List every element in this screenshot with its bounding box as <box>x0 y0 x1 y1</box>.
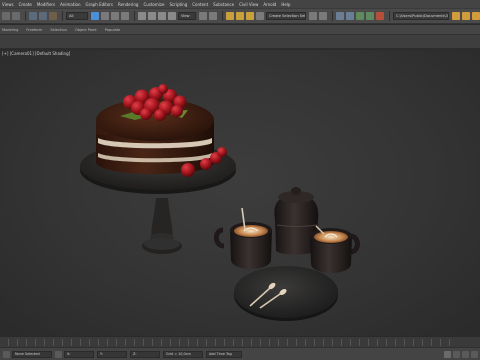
camera-viewport[interactable]: [+] [Camera01] [Default Shading] <box>0 50 480 336</box>
ribbon-tab-populate[interactable]: Populate <box>105 28 121 32</box>
select-object-icon[interactable] <box>91 12 99 20</box>
menu-bar: Views Create Modifiers Animation Graph E… <box>0 0 480 9</box>
spinner-snap-icon[interactable] <box>256 12 264 20</box>
menu-item-modifiers[interactable]: Modifiers <box>37 0 55 9</box>
render-setup-icon[interactable] <box>452 12 460 20</box>
serving-plate <box>234 266 338 321</box>
pivot-center-icon[interactable] <box>199 12 207 20</box>
layer-explorer-icon[interactable] <box>346 12 354 20</box>
reference-coordinate-dropdown[interactable]: View <box>178 12 196 20</box>
play-icon[interactable] <box>444 350 451 358</box>
grid-size-display: Grid = 10,0cm <box>163 350 203 358</box>
select-manipulate-icon[interactable] <box>209 12 217 20</box>
menu-item-rendering[interactable]: Rendering <box>118 0 138 9</box>
toolbar-separator <box>332 11 333 21</box>
snaps-toggle-icon[interactable] <box>226 12 234 20</box>
move-icon[interactable] <box>138 12 146 20</box>
y-coordinate-field[interactable]: Y: <box>97 350 127 358</box>
curve-editor-icon[interactable] <box>356 12 364 20</box>
unlink-icon[interactable] <box>39 12 47 20</box>
orbit-icon[interactable] <box>471 350 478 358</box>
ribbon-tab-selection[interactable]: Selection <box>50 28 67 32</box>
material-editor-icon[interactable] <box>376 12 384 20</box>
ribbon-tab-freeform[interactable]: Freeform <box>26 28 42 32</box>
selection-filter-dropdown[interactable]: All <box>66 12 88 20</box>
ribbon-panel <box>0 35 480 49</box>
redo-icon[interactable] <box>12 12 20 20</box>
scene-explorer-icon[interactable] <box>336 12 344 20</box>
menu-item-content[interactable]: Content <box>192 0 208 9</box>
z-coordinate-field[interactable]: Z: <box>130 350 160 358</box>
mirror-icon[interactable] <box>309 12 317 20</box>
menu-item-scripting[interactable]: Scripting <box>169 0 187 9</box>
toolbar-separator <box>25 11 26 21</box>
ribbon-tabs: Modeling Freeform Selection Object Paint… <box>0 25 480 35</box>
named-selection-set-dropdown[interactable]: Create Selection Set <box>266 12 306 20</box>
pan-icon[interactable] <box>462 350 469 358</box>
align-icon[interactable] <box>319 12 327 20</box>
toolbar-separator <box>62 11 63 21</box>
status-bar: None Selected X: Y: Z: Grid = 10,0cm Add… <box>0 347 480 360</box>
place-icon[interactable] <box>168 12 176 20</box>
coffee-cup-left <box>213 207 272 269</box>
percent-snap-icon[interactable] <box>246 12 254 20</box>
add-time-tag-button[interactable]: Add Time Tag <box>206 350 242 358</box>
menu-item-substance[interactable]: Substance <box>213 0 234 9</box>
angle-snap-icon[interactable] <box>236 12 244 20</box>
main-toolbar: All View Create Selection Set C:\Users\P… <box>0 9 480 24</box>
menu-item-graph-editors[interactable]: Graph Editors <box>86 0 113 9</box>
menu-item-arnold[interactable]: Arnold <box>263 0 276 9</box>
zoom-icon[interactable] <box>453 350 460 358</box>
toolbar-separator <box>134 11 135 21</box>
menu-item-create[interactable]: Create <box>19 0 32 9</box>
select-by-name-icon[interactable] <box>101 12 109 20</box>
selection-status: None Selected <box>12 350 52 358</box>
rendered-frame-window-icon[interactable] <box>462 12 470 20</box>
link-icon[interactable] <box>29 12 37 20</box>
toolbar-separator <box>389 11 390 21</box>
menu-item-civil-view[interactable]: Civil View <box>239 0 258 9</box>
rectangular-selection-icon[interactable] <box>111 12 119 20</box>
menu-item-views[interactable]: Views <box>2 0 14 9</box>
scene-render <box>80 84 360 321</box>
menu-item-animation[interactable]: Animation <box>60 0 80 9</box>
window-crossing-icon[interactable] <box>121 12 129 20</box>
rotate-icon[interactable] <box>148 12 156 20</box>
coffee-cup-right <box>310 225 360 273</box>
scale-icon[interactable] <box>158 12 166 20</box>
toolbar-separator <box>222 11 223 21</box>
render-production-icon[interactable] <box>472 12 480 20</box>
undo-icon[interactable] <box>2 12 10 20</box>
ribbon-tab-object-paint[interactable]: Object Paint <box>75 28 97 32</box>
menu-item-customize[interactable]: Customize <box>143 0 164 9</box>
x-coordinate-field[interactable]: X: <box>64 350 94 358</box>
timeline[interactable] <box>0 336 480 347</box>
schematic-view-icon[interactable] <box>366 12 374 20</box>
timeline-ticks <box>8 339 450 346</box>
bind-space-warp-icon[interactable] <box>49 12 57 20</box>
menu-item-help[interactable]: Help <box>281 0 290 9</box>
project-path-field[interactable]: C:\Users\Public\Documents\3ds Max <box>393 12 449 20</box>
lock-selection-icon[interactable] <box>55 350 62 358</box>
ribbon-tab-modeling[interactable]: Modeling <box>2 28 18 32</box>
maxscript-listener-icon[interactable] <box>3 350 10 358</box>
